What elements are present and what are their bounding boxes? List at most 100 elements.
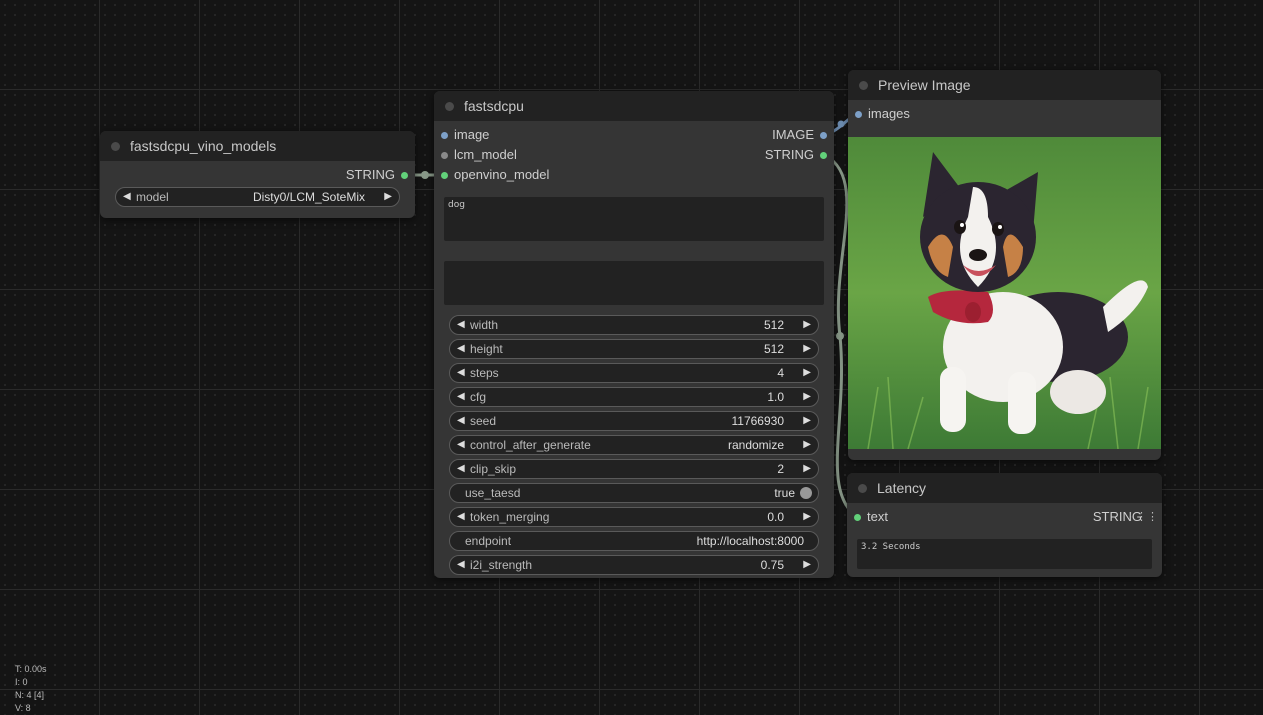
output-slot-image[interactable]: IMAGE — [684, 125, 834, 145]
output-label: STRING — [345, 167, 395, 182]
prompt-textarea[interactable]: dog — [444, 197, 824, 241]
widget-value: 11766930 — [731, 414, 785, 428]
node-title-bar[interactable]: Preview Image — [848, 70, 1161, 100]
decrement-arrow-icon[interactable]: ◀ — [457, 556, 465, 574]
increment-arrow-icon[interactable]: ▶ — [803, 508, 811, 526]
input-slot-text[interactable]: text — [847, 507, 997, 527]
increment-arrow-icon[interactable]: ▶ — [803, 340, 811, 358]
node-title: Preview Image — [878, 77, 971, 93]
widget-use-taesd-toggle[interactable]: use_taesd true — [449, 483, 819, 503]
increment-arrow-icon[interactable]: ▶ — [803, 436, 811, 454]
output-pin-icon[interactable] — [820, 132, 827, 139]
widget-seed[interactable]: ◀ seed 11766930 ▶ — [449, 411, 819, 431]
increment-arrow-icon[interactable]: ▶ — [803, 556, 811, 574]
node-title-bar[interactable]: Latency — [847, 473, 1162, 503]
input-slot-openvino-model[interactable]: openvino_model — [434, 165, 584, 185]
decrement-arrow-icon[interactable]: ◀ — [457, 436, 465, 454]
collapse-dot-icon[interactable] — [111, 142, 120, 151]
node-preview-image[interactable]: Preview Image images — [848, 70, 1161, 460]
widget-label: steps — [470, 366, 499, 380]
output-slot-string[interactable]: STRING — [215, 165, 415, 185]
decrement-arrow-icon[interactable]: ◀ — [123, 188, 131, 206]
output-slot-string[interactable]: STRING — [684, 145, 834, 165]
decrement-arrow-icon[interactable]: ◀ — [457, 340, 465, 358]
decrement-arrow-icon[interactable]: ◀ — [457, 460, 465, 478]
output-pin-icon[interactable] — [401, 172, 408, 179]
decrement-arrow-icon[interactable]: ◀ — [457, 508, 465, 526]
input-pin-icon[interactable] — [854, 514, 861, 521]
decrement-arrow-icon[interactable]: ◀ — [457, 316, 465, 334]
widget-label: clip_skip — [470, 462, 517, 476]
widget-label: cfg — [470, 390, 487, 404]
toggle-knob-icon[interactable] — [800, 487, 812, 499]
output-label: STRING — [764, 147, 814, 162]
widget-clip-skip[interactable]: ◀ clip_skip 2 ▶ — [449, 459, 819, 479]
widget-value: 512 — [763, 342, 784, 356]
link-image-dot — [837, 120, 845, 128]
increment-arrow-icon[interactable]: ▶ — [384, 188, 392, 206]
input-pin-icon[interactable] — [441, 152, 448, 159]
node-title-bar[interactable]: fastsdcpu_vino_models — [100, 131, 415, 161]
increment-arrow-icon[interactable]: ▶ — [803, 388, 811, 406]
input-pin-icon[interactable] — [441, 132, 448, 139]
widget-width[interactable]: ◀ width 512 ▶ — [449, 315, 819, 335]
node-latency[interactable]: Latency text STRING ⋮⋮⋮ 3.2 Seconds — [847, 473, 1162, 577]
widget-value: 2 — [777, 462, 784, 476]
widget-value: Disty0/LCM_SoteMix — [252, 190, 365, 204]
widget-value: 0.75 — [760, 558, 784, 572]
widget-value: 0.0 — [767, 510, 784, 524]
node-fastsdcpu[interactable]: fastsdcpu image lcm_model openvino_model… — [434, 91, 834, 578]
widget-value: http://localhost:8000 — [696, 534, 804, 548]
decrement-arrow-icon[interactable]: ◀ — [457, 388, 465, 406]
output-label: IMAGE — [772, 127, 814, 142]
node-title: Latency — [877, 480, 927, 496]
input-slot-images[interactable]: images — [848, 104, 998, 124]
widget-value: true — [774, 486, 795, 500]
input-pin-icon[interactable] — [855, 111, 862, 118]
decrement-arrow-icon[interactable]: ◀ — [457, 412, 465, 430]
widget-endpoint[interactable]: endpoint http://localhost:8000 — [449, 531, 819, 551]
widget-height[interactable]: ◀ height 512 ▶ — [449, 339, 819, 359]
input-label: image — [454, 127, 490, 142]
widget-value: randomize — [727, 438, 784, 452]
widget-i2i-strength[interactable]: ◀ i2i_strength 0.75 ▶ — [449, 555, 819, 575]
decrement-arrow-icon[interactable]: ◀ — [457, 364, 465, 382]
increment-arrow-icon[interactable]: ▶ — [803, 412, 811, 430]
widget-label: use_taesd — [465, 486, 521, 500]
widget-value: 4 — [777, 366, 784, 380]
stat-iterations: I: 0 — [15, 677, 28, 687]
widget-label: control_after_generate — [470, 438, 591, 452]
widget-model[interactable]: ◀ model Disty0/LCM_SoteMix ▶ — [115, 187, 400, 207]
collapse-dot-icon[interactable] — [858, 484, 867, 493]
stat-time: T: 0.00s — [15, 664, 47, 674]
increment-arrow-icon[interactable]: ▶ — [803, 316, 811, 334]
widget-label: height — [470, 342, 503, 356]
stat-nodes: N: 4 [4] — [15, 690, 45, 700]
widget-label: endpoint — [465, 534, 512, 548]
negative-prompt-textarea[interactable] — [444, 261, 824, 305]
node-title-bar[interactable]: fastsdcpu — [434, 91, 834, 121]
increment-arrow-icon[interactable]: ▶ — [803, 460, 811, 478]
input-slot-lcm-model[interactable]: lcm_model — [434, 145, 584, 165]
widget-steps[interactable]: ◀ steps 4 ▶ — [449, 363, 819, 383]
output-pin-icon[interactable] — [820, 152, 827, 159]
preview-puppy-image[interactable] — [848, 137, 1161, 449]
grid-icon[interactable]: ⋮⋮⋮ — [1125, 507, 1158, 527]
increment-arrow-icon[interactable]: ▶ — [803, 364, 811, 382]
collapse-dot-icon[interactable] — [445, 102, 454, 111]
node-title: fastsdcpu_vino_models — [130, 138, 277, 154]
canvas-stats: T: 0.00s I: 0 N: 4 [4] V: 8 — [15, 663, 47, 715]
widget-token-merging[interactable]: ◀ token_merging 0.0 ▶ — [449, 507, 819, 527]
input-label: openvino_model — [454, 167, 550, 182]
widget-value: 512 — [763, 318, 784, 332]
input-pin-icon[interactable] — [441, 172, 448, 179]
widget-cfg[interactable]: ◀ cfg 1.0 ▶ — [449, 387, 819, 407]
collapse-dot-icon[interactable] — [859, 81, 868, 90]
widget-label: i2i_strength — [470, 558, 533, 572]
widget-label: width — [470, 318, 499, 332]
node-fastsdcpu-vino-models[interactable]: fastsdcpu_vino_models STRING ◀ model Dis… — [100, 131, 415, 218]
output-slot-string[interactable]: STRING ⋮⋮⋮ — [1012, 507, 1162, 527]
widget-control-after-generate[interactable]: ◀ control_after_generate randomize ▶ — [449, 435, 819, 455]
input-slot-image[interactable]: image — [434, 125, 584, 145]
input-label: images — [868, 106, 910, 121]
